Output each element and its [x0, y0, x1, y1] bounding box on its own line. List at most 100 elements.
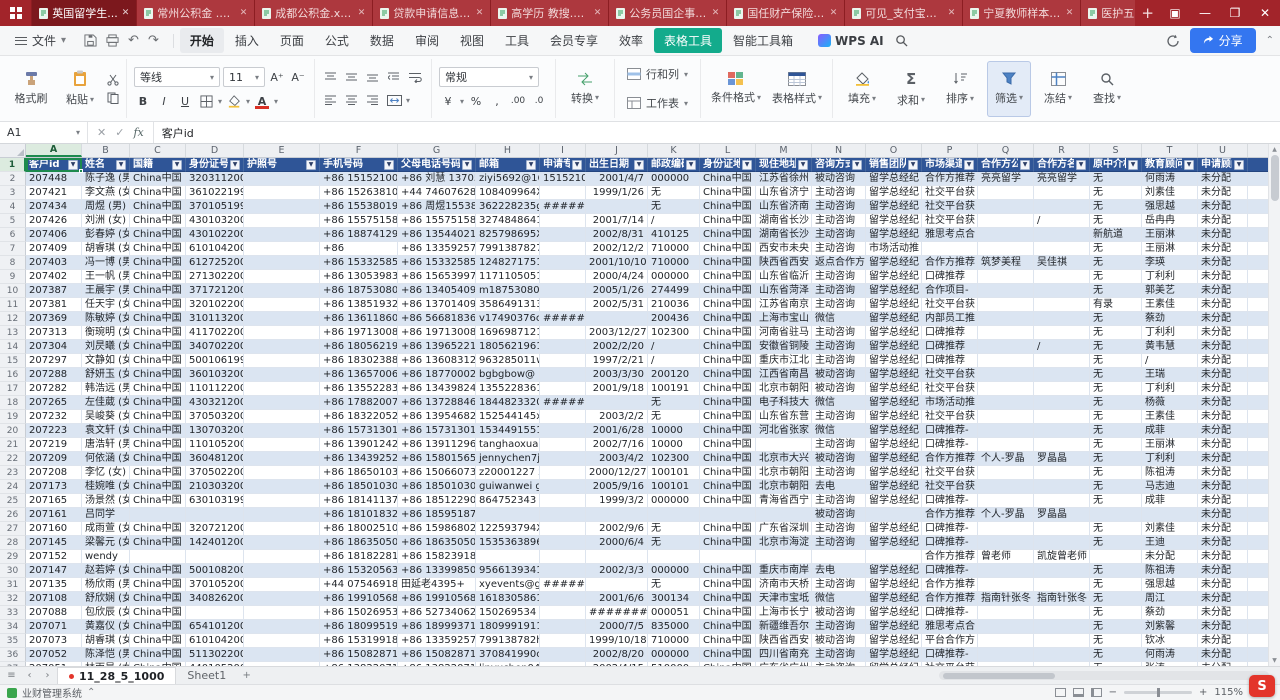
- cell[interactable]: +86 1382207112: [398, 662, 476, 666]
- cell[interactable]: 舒妍玉 (女: [82, 368, 130, 382]
- cell[interactable]: 未分配: [1198, 368, 1248, 382]
- cell[interactable]: 社交平台获: [922, 200, 978, 214]
- merge-cells-button[interactable]: [385, 91, 403, 109]
- cell[interactable]: 合作项目-: [922, 284, 978, 298]
- cell[interactable]: 825798695XXX@163.: [476, 228, 540, 242]
- cell[interactable]: 留学总经纪: [866, 410, 922, 424]
- align-bottom-icon[interactable]: [364, 68, 382, 86]
- cell[interactable]: [540, 634, 586, 648]
- cell[interactable]: [244, 214, 320, 228]
- zoom-out-icon[interactable]: −: [1109, 687, 1117, 698]
- cell[interactable]: 合作方推荐: [922, 452, 978, 466]
- cell[interactable]: 500106199702210321: [186, 354, 244, 368]
- cell[interactable]: 340826200106060620: [186, 592, 244, 606]
- cell[interactable]: China中国: [130, 312, 186, 326]
- cell[interactable]: [586, 200, 648, 214]
- cell[interactable]: 无: [1090, 382, 1142, 396]
- cell[interactable]: 未分配: [1142, 550, 1198, 564]
- cell[interactable]: 重庆市南岸: [756, 564, 812, 578]
- menu-item[interactable]: 插入: [225, 28, 269, 53]
- cell[interactable]: 371721200501264452: [186, 284, 244, 298]
- cell[interactable]: [1034, 620, 1090, 634]
- cell[interactable]: [476, 508, 540, 522]
- cell[interactable]: 个人-罗晶: [978, 452, 1034, 466]
- confirm-entry-icon[interactable]: ✓: [115, 126, 124, 139]
- cell[interactable]: 社交平台获: [922, 662, 978, 666]
- cell[interactable]: [244, 186, 320, 200]
- cell[interactable]: 2001/6/6: [586, 592, 648, 606]
- cell[interactable]: 陈祖涛: [1142, 466, 1198, 480]
- cell[interactable]: +86 1557515880: [398, 214, 476, 228]
- cell[interactable]: 市场活动推: [922, 396, 978, 410]
- row-number[interactable]: 28: [0, 536, 26, 550]
- cell[interactable]: 黄韦慧: [1142, 340, 1198, 354]
- cell[interactable]: 无: [648, 410, 700, 424]
- cell[interactable]: 天津市宝坻: [756, 592, 812, 606]
- cell[interactable]: 未分配: [1198, 228, 1248, 242]
- cell[interactable]: 207448: [26, 172, 82, 186]
- cell[interactable]: [1034, 410, 1090, 424]
- column-header[interactable]: M: [756, 144, 812, 157]
- undo-icon[interactable]: ↶: [128, 33, 139, 48]
- cell[interactable]: 桂婉唯 (女: [82, 480, 130, 494]
- cell[interactable]: 微信: [812, 396, 866, 410]
- cell[interactable]: China中国: [130, 480, 186, 494]
- cell[interactable]: [244, 284, 320, 298]
- cell[interactable]: 黄嘉仪 (女: [82, 620, 130, 634]
- cell[interactable]: 未分配: [1198, 480, 1248, 494]
- cell[interactable]: [540, 648, 586, 662]
- cell[interactable]: 被动咨询: [812, 508, 866, 522]
- cell[interactable]: [756, 508, 812, 522]
- cell[interactable]: ziyi5692@163.c: [476, 172, 540, 186]
- cell[interactable]: +86 18056219: [320, 340, 398, 354]
- cell[interactable]: +86 13552283: [320, 382, 398, 396]
- cell[interactable]: 410125: [648, 228, 700, 242]
- row-number[interactable]: 1: [0, 158, 26, 172]
- cell[interactable]: [978, 578, 1034, 592]
- cell[interactable]: 留学总经纪: [866, 634, 922, 648]
- cell[interactable]: 2003/12/27: [586, 326, 648, 340]
- menu-item[interactable]: 审阅: [405, 28, 449, 53]
- cell[interactable]: China中国: [700, 648, 756, 662]
- cell[interactable]: 口碑推荐-: [922, 494, 978, 508]
- cell[interactable]: 主动咨询: [812, 270, 866, 284]
- column-header[interactable]: F: [320, 144, 398, 157]
- row-number[interactable]: 24: [0, 480, 26, 494]
- cell[interactable]: 文静如 (女: [82, 354, 130, 368]
- cell[interactable]: China中国: [130, 438, 186, 452]
- cell[interactable]: 无: [1090, 424, 1142, 438]
- cell[interactable]: [866, 508, 922, 522]
- cell[interactable]: 刘昃曦 (女: [82, 340, 130, 354]
- align-center-icon[interactable]: [343, 91, 361, 109]
- new-document-tab-button[interactable]: +: [1135, 0, 1160, 26]
- cell[interactable]: 未分配: [1198, 200, 1248, 214]
- cell[interactable]: [540, 424, 586, 438]
- cell[interactable]: 510000: [648, 662, 700, 666]
- cell[interactable]: 湖南省长沙: [756, 214, 812, 228]
- cell[interactable]: 赵若婷 (女: [82, 564, 130, 578]
- cell[interactable]: 未分配: [1198, 606, 1248, 620]
- cell[interactable]: +86 19910568: [320, 592, 398, 606]
- cell[interactable]: [1034, 326, 1090, 340]
- cell[interactable]: [244, 662, 320, 666]
- cell[interactable]: [244, 466, 320, 480]
- cell[interactable]: 未分配: [1198, 298, 1248, 312]
- tab-close-icon[interactable]: ✕: [358, 8, 366, 18]
- cell[interactable]: 000051: [648, 606, 700, 620]
- cell[interactable]: China中国: [130, 186, 186, 200]
- cell[interactable]: [586, 578, 648, 592]
- cell[interactable]: 王丽淋: [1142, 438, 1198, 452]
- insert-function-icon[interactable]: fx: [133, 126, 143, 139]
- cell[interactable]: [244, 326, 320, 340]
- cell[interactable]: +86 13851932: [320, 298, 398, 312]
- cell[interactable]: 新航道: [1090, 228, 1142, 242]
- cell[interactable]: [186, 508, 244, 522]
- document-tab[interactable]: 高学历 教搜.xlsx✕: [491, 0, 609, 26]
- tab-close-icon[interactable]: ✕: [240, 8, 248, 18]
- cell[interactable]: [866, 550, 922, 564]
- cell[interactable]: 207282: [26, 382, 82, 396]
- cell[interactable]: [540, 592, 586, 606]
- row-number[interactable]: 29: [0, 550, 26, 564]
- cell[interactable]: China中国: [700, 340, 756, 354]
- cell[interactable]: 500108200203035125: [186, 564, 244, 578]
